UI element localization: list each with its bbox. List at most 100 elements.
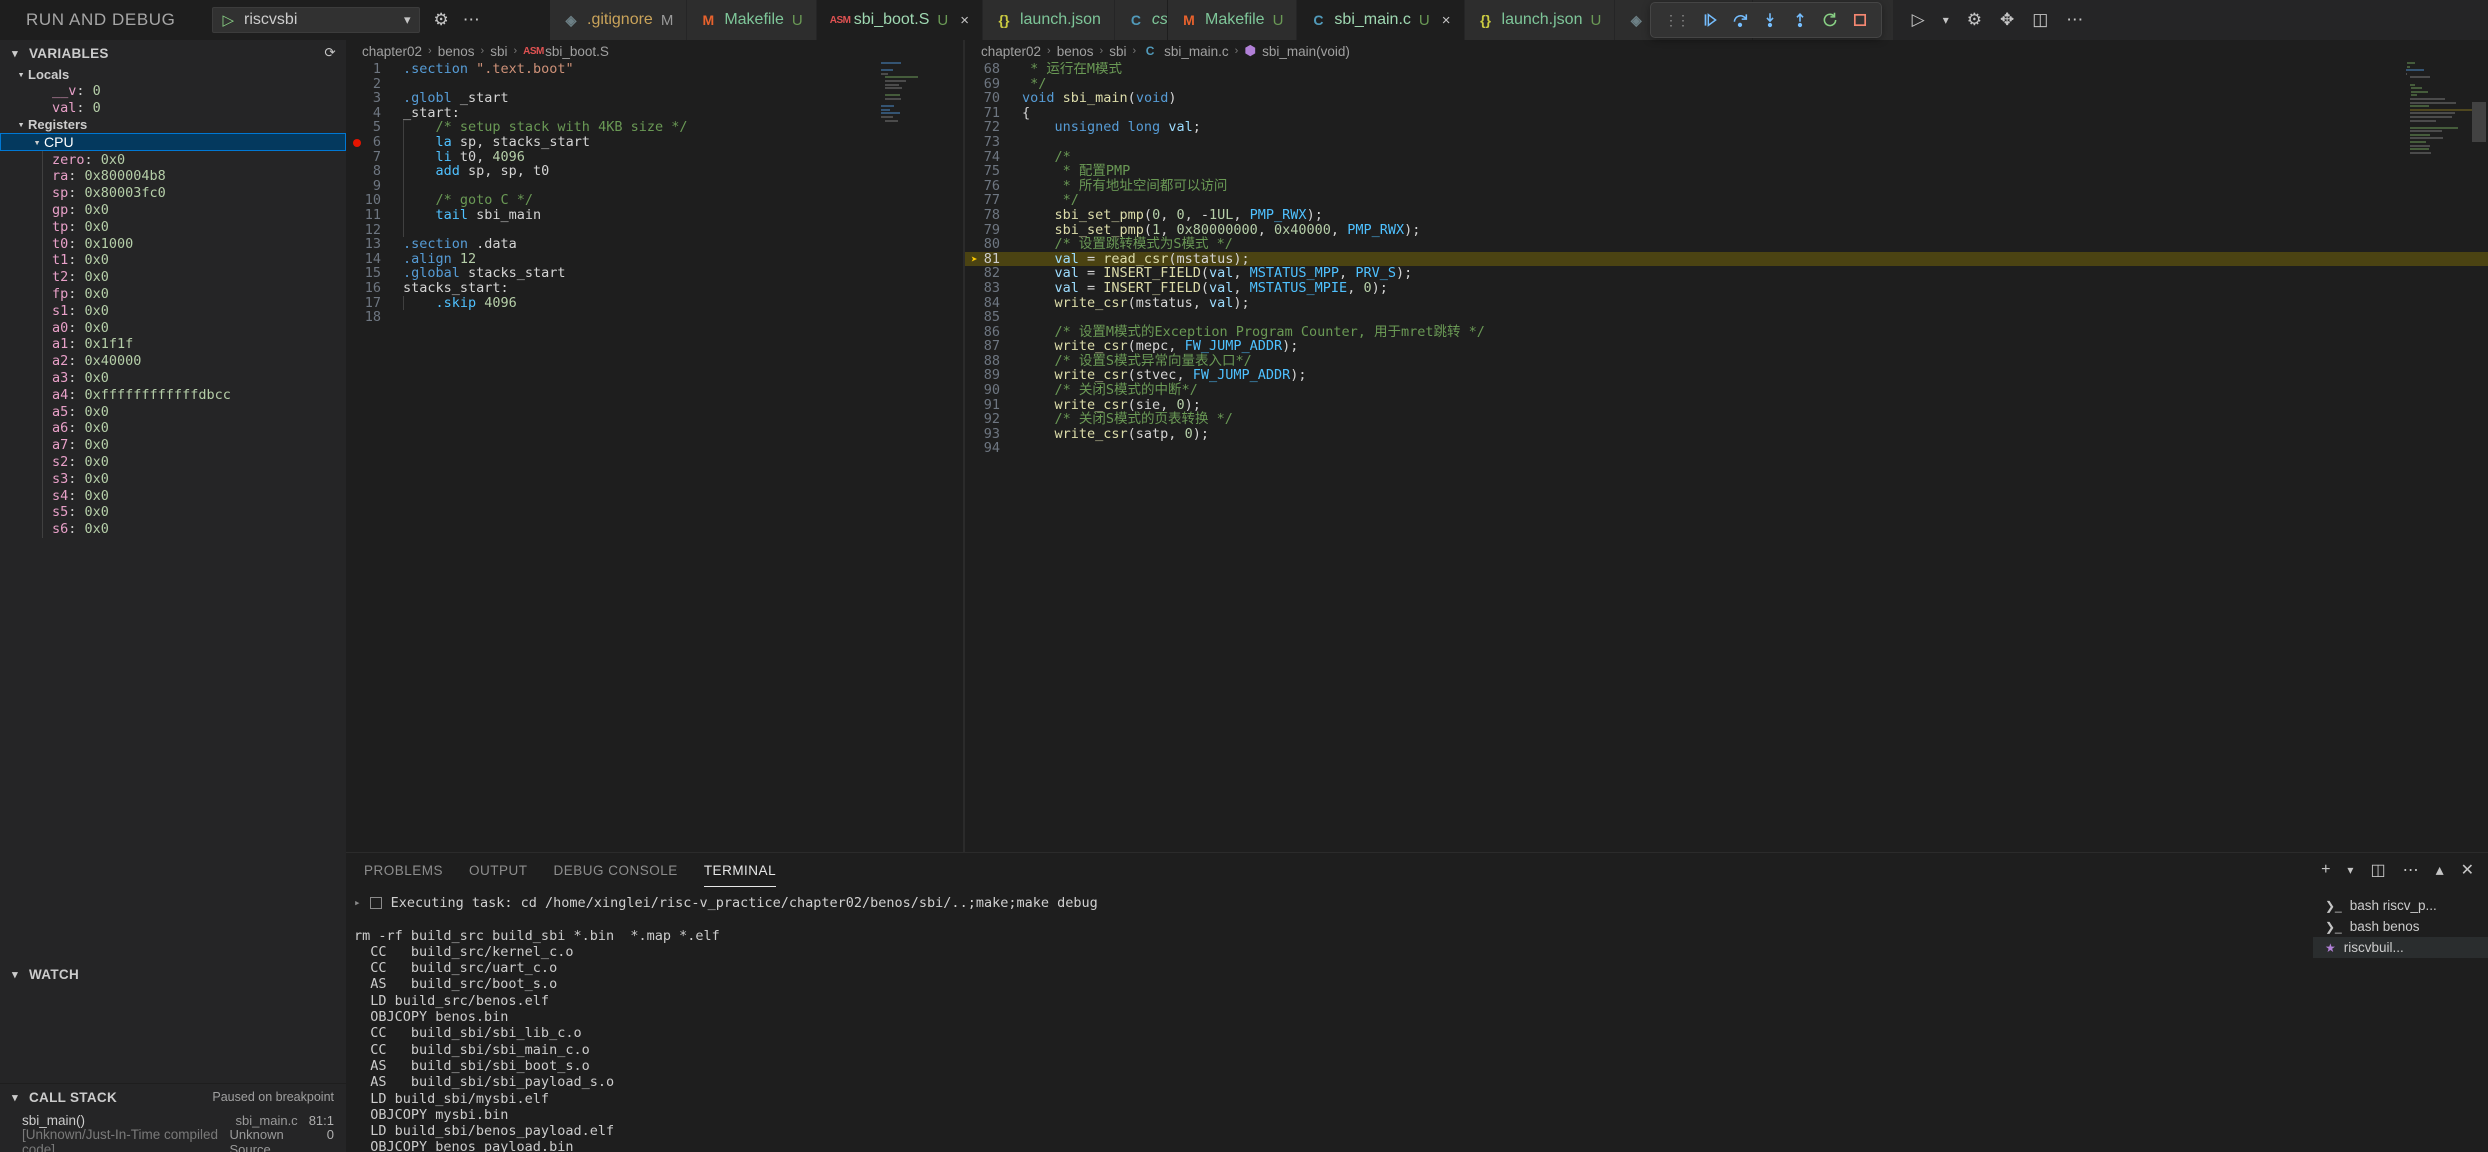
register-row[interactable]: fp: 0x0 — [0, 285, 346, 303]
register-row[interactable]: s5: 0x0 — [0, 503, 346, 521]
register-row[interactable]: t2: 0x0 — [0, 268, 346, 286]
code-line[interactable]: 73 — [965, 135, 2488, 150]
call-stack-header[interactable]: ▾ CALL STACK Paused on breakpoint — [0, 1084, 346, 1110]
code-line[interactable]: 80 /* 设置跳转模式为S模式 */ — [965, 237, 2488, 252]
register-row[interactable]: a0: 0x0 — [0, 319, 346, 336]
code-line[interactable]: 74 /* — [965, 149, 2488, 165]
code-line[interactable]: 12 — [346, 222, 963, 238]
code-content-left[interactable]: 1 .section ".text.boot" 2 3 .globl _start 4 _s… — [346, 62, 963, 852]
variable-row[interactable]: val: 0 — [0, 100, 346, 117]
code-line[interactable]: 6 la sp, stacks_start — [346, 135, 963, 150]
code-line[interactable]: 79 sbi_set_pmp(1, 0x80000000, 0x40000, P… — [965, 222, 2488, 238]
gear-icon[interactable]: ⚙ — [434, 10, 449, 30]
chevron-down-icon[interactable]: ▾ — [8, 47, 22, 60]
breadcrumb-item[interactable]: sbi — [490, 44, 507, 59]
add-terminal-icon[interactable]: + — [2321, 861, 2330, 879]
register-row[interactable]: a7: 0x0 — [0, 436, 346, 454]
code-line[interactable]: 93 write_csr(satp, 0); — [965, 427, 2488, 442]
register-row[interactable]: s6: 0x0 — [0, 520, 346, 538]
watch-section-header[interactable]: ▾ WATCH — [0, 961, 346, 987]
code-line[interactable]: 11 tail sbi_main — [346, 208, 963, 223]
breadcrumb-item[interactable]: sbi_main.c — [1164, 44, 1229, 59]
code-line[interactable]: ➤ 81 val = read_csr(mstatus); — [965, 251, 2488, 267]
tab-makefile-right[interactable]: M Makefile U — [1168, 0, 1298, 40]
register-row[interactable]: t1: 0x0 — [0, 251, 346, 269]
close-icon[interactable]: × — [960, 12, 969, 29]
register-row[interactable]: t0: 0x1000 — [0, 235, 346, 252]
code-line[interactable]: 94 — [965, 441, 2488, 456]
chevron-right-icon[interactable]: ▸ — [354, 895, 361, 911]
step-over-button[interactable] — [1725, 5, 1755, 35]
register-row[interactable]: gp: 0x0 — [0, 201, 346, 219]
debug-configuration-select[interactable]: ▷ riscvsbi ▾ — [211, 7, 420, 33]
step-into-button[interactable] — [1755, 5, 1785, 35]
tree-group-locals[interactable]: ▾ Locals — [0, 66, 346, 83]
watch-list[interactable] — [0, 987, 346, 1083]
code-line[interactable]: 69 */ — [965, 76, 2488, 92]
register-row[interactable]: sp: 0x80003fc0 — [0, 184, 346, 202]
code-line[interactable]: 91 write_csr(sie, 0); — [965, 397, 2488, 413]
terminal-list-item[interactable]: ❯_ bash riscv_p... — [2313, 895, 2488, 916]
chevron-down-icon[interactable]: ▾ — [30, 136, 44, 149]
code-line[interactable]: 70 void sbi_main(void) — [965, 91, 2488, 106]
code-line[interactable]: 89 write_csr(stvec, FW_JUMP_ADDR); — [965, 368, 2488, 383]
terminal-output[interactable]: ▸ Executing task: cd /home/xinglei/risc-v… — [346, 887, 2313, 1152]
tab-terminal[interactable]: TERMINAL — [703, 853, 777, 887]
register-row[interactable]: a2: 0x40000 — [0, 352, 346, 370]
code-line[interactable]: 85 — [965, 310, 2488, 325]
more-actions-icon[interactable]: ⋯ — [2403, 860, 2419, 880]
play-icon[interactable]: ▷ — [223, 13, 235, 28]
split-terminal-icon[interactable]: ◫ — [2370, 860, 2385, 880]
breadcrumb-left[interactable]: chapter02 › benos › sbi › ASM sbi_boot.S — [346, 40, 963, 62]
code-line[interactable]: 7 li t0, 4096 — [346, 149, 963, 165]
breadcrumb-item[interactable]: benos — [1057, 44, 1094, 59]
code-line[interactable]: 84 write_csr(mstatus, val); — [965, 295, 2488, 311]
register-row[interactable]: zero: 0x0 — [0, 151, 346, 168]
code-line[interactable]: 18 — [346, 310, 963, 325]
register-row[interactable]: s4: 0x0 — [0, 487, 346, 504]
tree-group-registers[interactable]: ▾ Registers — [0, 116, 346, 133]
breadcrumb-right[interactable]: chapter02 › benos › sbi › C sbi_main.c › ⬢ s… — [965, 40, 2488, 62]
code-line[interactable]: 83 val = INSERT_FIELD(val, MSTATUS_MPIE,… — [965, 281, 2488, 296]
gear-icon[interactable]: ⚙ — [1967, 10, 1982, 30]
code-line[interactable]: 8 add sp, sp, t0 — [346, 164, 963, 179]
tree-group-cpu[interactable]: ▾ CPU — [0, 133, 346, 152]
more-actions-icon[interactable]: ⋯ — [463, 10, 480, 30]
tab-sbi-boot-s[interactable]: ASM sbi_boot.S U × — [816, 0, 983, 40]
breadcrumb-item[interactable]: sbi_boot.S — [545, 44, 609, 59]
close-icon[interactable]: × — [1442, 12, 1451, 29]
chevron-down-icon[interactable]: ▾ — [14, 68, 28, 81]
code-line[interactable]: 10 /* goto C */ — [346, 193, 963, 208]
run-icon[interactable]: ▷ — [1912, 10, 1925, 30]
stop-button[interactable] — [1845, 5, 1875, 35]
code-line[interactable]: 82 val = INSERT_FIELD(val, MSTATUS_MPP, … — [965, 266, 2488, 281]
drag-grip-icon[interactable]: ⋮⋮ — [1657, 13, 1695, 27]
code-line[interactable]: 87 write_csr(mepc, FW_JUMP_ADDR); — [965, 339, 2488, 354]
call-stack-row[interactable]: [Unknown/Just-In-Time compiled code] Unk… — [0, 1127, 346, 1152]
code-line[interactable]: 68 * 运行在M模式 — [965, 62, 2488, 77]
code-line[interactable]: 2 — [346, 76, 963, 92]
code-line[interactable]: 17 .skip 4096 — [346, 295, 963, 311]
restart-button[interactable] — [1815, 5, 1845, 35]
more-actions-icon[interactable]: ⋯ — [2066, 10, 2083, 30]
minimap-right[interactable] — [2406, 62, 2480, 852]
refresh-icon[interactable]: ⟳ — [324, 45, 346, 61]
code-line[interactable]: 86 /* 设置M模式的Exception Program Counter, 用… — [965, 324, 2488, 340]
code-line[interactable]: 3 .globl _start — [346, 91, 963, 106]
variables-section-header[interactable]: ▾ VARIABLES ⟳ — [0, 40, 346, 66]
register-row[interactable]: s3: 0x0 — [0, 470, 346, 488]
code-line[interactable]: 72 unsigned long val; — [965, 120, 2488, 135]
register-row[interactable]: a3: 0x0 — [0, 369, 346, 387]
breakpoint-icon[interactable] — [353, 138, 361, 147]
tab-csr-h[interactable]: C csr.h U — [1114, 0, 1167, 40]
code-line[interactable]: 90 /* 关闭S模式的中断*/ — [965, 383, 2488, 398]
tab-launch-json-left[interactable]: {} launch.json — [982, 0, 1115, 40]
chevron-down-icon[interactable]: ▾ — [14, 118, 28, 131]
code-content-right[interactable]: 68 * 运行在M模式 69 */70 void sbi_main(void) 71{… — [965, 62, 2488, 852]
code-line[interactable]: 13 .section .data — [346, 237, 963, 252]
tab-problems[interactable]: PROBLEMS — [364, 853, 443, 887]
scrollbar-thumb[interactable] — [2472, 102, 2486, 142]
code-line[interactable]: 5 /* setup stack with 4KB size */ — [346, 120, 963, 135]
chevron-down-icon[interactable]: ▾ — [2347, 863, 2353, 877]
code-line[interactable]: 15 .global stacks_start — [346, 266, 963, 281]
